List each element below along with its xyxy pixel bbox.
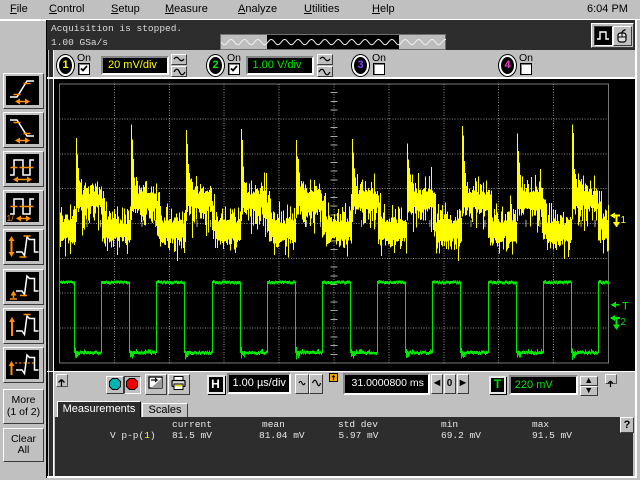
svg-text:1: 1	[621, 215, 627, 226]
svg-text:T: T	[622, 301, 629, 313]
svg-text:2: 2	[621, 317, 627, 328]
svg-text:1/: 1/	[7, 213, 15, 222]
